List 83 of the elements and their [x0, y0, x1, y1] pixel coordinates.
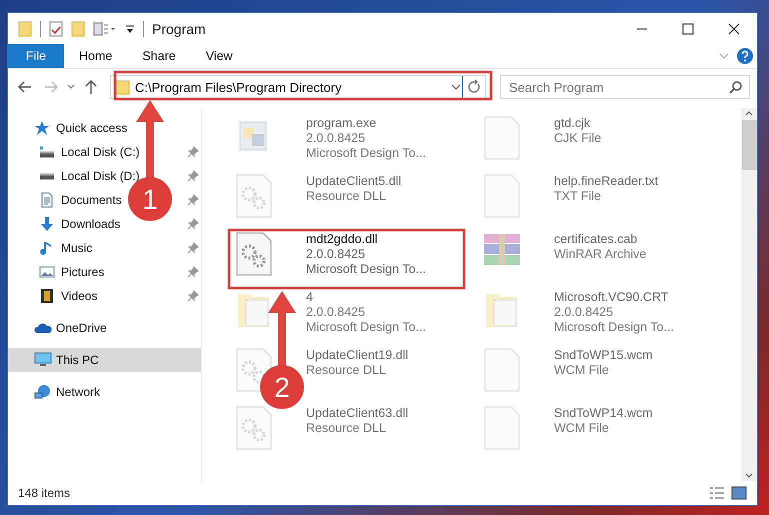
- dropdown-icon[interactable]: [125, 22, 135, 34]
- chevron-down-icon[interactable]: [450, 83, 462, 91]
- ribbon-tab[interactable]: Home: [64, 44, 128, 68]
- nav-item[interactable]: Quick access: [56, 121, 128, 135]
- pin-icon[interactable]: [187, 266, 199, 278]
- large-icons-view-icon[interactable]: [731, 486, 747, 500]
- file-name[interactable]: gtd.cjk: [554, 116, 602, 131]
- blank-file-icon: [484, 116, 520, 160]
- blank-file-icon: [484, 406, 520, 450]
- details-view-icon[interactable]: [709, 486, 725, 500]
- address-bar[interactable]: C:\Program Files\Program Directory: [110, 75, 486, 99]
- file-name[interactable]: UpdateClient19.dll: [306, 348, 408, 363]
- nav-item[interactable]: This PC: [56, 353, 99, 367]
- pin-icon[interactable]: [187, 146, 199, 158]
- file-name[interactable]: UpdateClient5.dll: [306, 174, 402, 189]
- blank-file-icon: [484, 348, 520, 392]
- folder-icon: [115, 79, 131, 95]
- file-detail: Resource DLL: [306, 189, 387, 204]
- nav-item[interactable]: OneDrive: [56, 321, 107, 335]
- nav-item[interactable]: Downloads: [61, 217, 120, 231]
- file-detail: WCM File: [554, 421, 610, 436]
- file-name[interactable]: program.exe: [306, 116, 426, 131]
- film-icon: [39, 288, 55, 304]
- download-arrow-icon: [39, 216, 55, 232]
- nav-item[interactable]: Documents: [61, 193, 122, 207]
- file-detail: 2.0.0.8425: [306, 247, 366, 262]
- pin-icon[interactable]: [187, 194, 199, 206]
- help-icon[interactable]: [737, 48, 753, 64]
- file-detail: WCM File: [554, 363, 610, 378]
- pin-icon[interactable]: [187, 170, 199, 182]
- nav-item[interactable]: Videos: [61, 289, 98, 303]
- pin-icon[interactable]: [187, 218, 199, 230]
- file-detail: Microsoft Design To...: [306, 320, 426, 335]
- gear-file-icon: [236, 232, 272, 276]
- file-detail: 2.0.0.8425: [554, 305, 614, 320]
- file-name[interactable]: 4: [306, 290, 426, 305]
- chevron-down-icon[interactable]: [66, 83, 76, 91]
- file-detail: Microsoft Design To...: [306, 146, 426, 161]
- file-detail: Resource DLL: [306, 363, 387, 378]
- file-name[interactable]: help.fineReader.txt: [554, 174, 658, 189]
- picture-icon: [39, 264, 55, 280]
- pin-icon[interactable]: [187, 242, 199, 254]
- search-field[interactable]: Search Program: [500, 75, 750, 99]
- blank-file-icon: [484, 174, 520, 218]
- file-detail: Microsoft Design To...: [306, 262, 426, 277]
- file-name[interactable]: certificates.cab: [554, 232, 646, 247]
- drive-icon: [39, 146, 55, 158]
- nav-item[interactable]: Pictures: [61, 265, 104, 279]
- checked-document-icon[interactable]: [49, 20, 63, 36]
- document-icon: [39, 192, 55, 208]
- file-detail: TXT File: [554, 189, 602, 204]
- nav-item[interactable]: Network: [56, 385, 100, 399]
- scroll-thumb[interactable]: [742, 120, 756, 170]
- ribbon-tab[interactable]: View: [190, 44, 248, 68]
- file-name[interactable]: Microsoft.VC90.CRT: [554, 290, 674, 305]
- gear-file-icon: [236, 174, 272, 218]
- ribbon-tab[interactable]: Share: [127, 44, 191, 68]
- star-icon: [34, 120, 50, 136]
- window-title: Program: [152, 20, 206, 36]
- file-tab[interactable]: File: [8, 44, 64, 68]
- file-detail: 2.0.0.8425: [306, 305, 366, 320]
- stacked-books-icon: [482, 232, 522, 268]
- file-detail: 2.0.0.8425: [306, 131, 366, 146]
- file-detail: Resource DLL: [306, 421, 387, 436]
- monitor-icon: [34, 352, 52, 368]
- step-marker: 2: [260, 365, 304, 409]
- file-name[interactable]: UpdateClient63.dll: [306, 406, 408, 421]
- file-name[interactable]: SndToWP15.wcm: [554, 348, 653, 363]
- nav-item[interactable]: Local Disk (C:): [61, 145, 140, 159]
- drive-icon: [39, 172, 55, 180]
- pin-icon[interactable]: [187, 290, 199, 302]
- nav-item[interactable]: Music: [61, 241, 92, 255]
- scrollbar[interactable]: [741, 108, 757, 481]
- file-detail: Microsoft Design To...: [554, 320, 674, 335]
- file-detail: WinRAR Archive: [554, 247, 646, 262]
- file-detail: CJK File: [554, 131, 602, 146]
- network-globe-icon: [34, 384, 52, 400]
- file-name[interactable]: SndToWP14.wcm: [554, 406, 653, 421]
- item-count: 148 items: [18, 486, 72, 500]
- gear-file-icon: [236, 406, 272, 450]
- search-icon: [729, 80, 743, 94]
- properties-icon[interactable]: [93, 20, 117, 36]
- file-name[interactable]: mdt2gddo.dll: [306, 232, 426, 247]
